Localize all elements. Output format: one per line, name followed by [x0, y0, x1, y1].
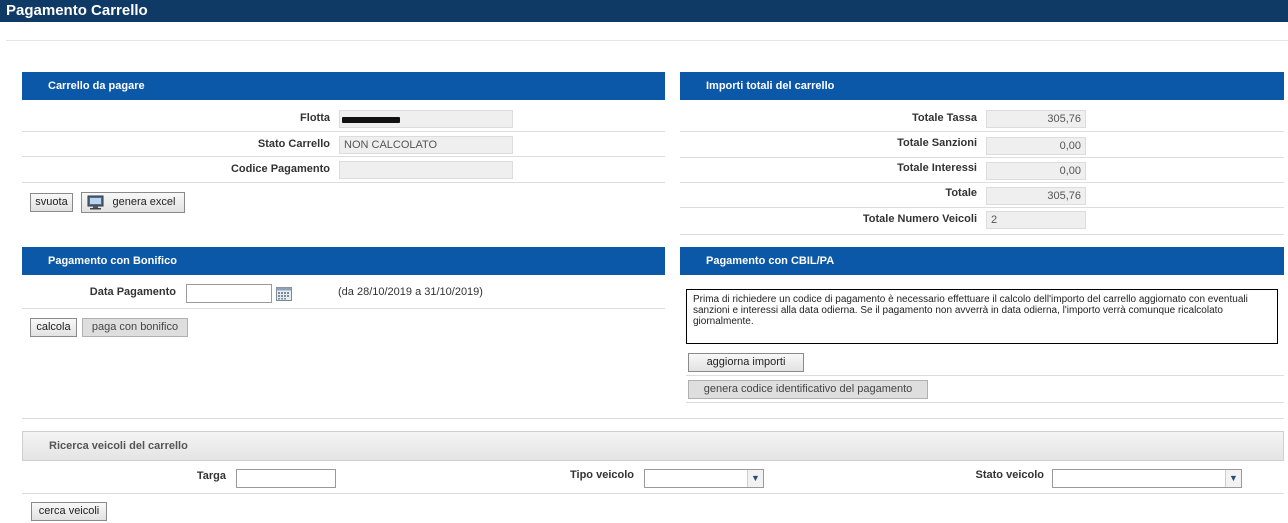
row-divider [680, 131, 1284, 132]
stato-veicolo-label: Stato veicolo [975, 469, 1044, 481]
totale-numero-veicoli-label: Totale Numero Veicoli [862, 213, 977, 225]
genera-excel-button[interactable]: genera excel [81, 192, 185, 213]
totale-tassa-label: Totale Tassa [911, 112, 977, 124]
cbill-notice: Prima di richiedere un codice di pagamen… [686, 289, 1278, 344]
bonifico-header: Pagamento con Bonifico [22, 247, 665, 275]
totale-sanzioni-label: Totale Sanzioni [897, 137, 977, 149]
calendar-icon[interactable] [276, 285, 292, 301]
row-divider [22, 156, 665, 157]
data-pagamento-input[interactable] [186, 284, 272, 303]
row-divider [22, 493, 1284, 494]
flotta-label: Flotta [300, 112, 330, 124]
row-divider [680, 234, 1284, 235]
svuota-button[interactable]: svuota [30, 193, 73, 212]
cbill-header: Pagamento con CBIL/PA [680, 247, 1284, 275]
totale-tassa-value: 305,76 [986, 110, 1086, 128]
codice-pagamento-field [339, 161, 513, 179]
genera-codice-button[interactable]: genera codice identificativo del pagamen… [688, 380, 928, 399]
row-divider [686, 402, 1284, 403]
frame-divider [6, 40, 1288, 41]
row-divider [680, 182, 1284, 183]
genera-excel-label: genera excel [112, 196, 176, 208]
page-title: Pagamento Carrello [0, 0, 1288, 22]
targa-input[interactable] [236, 469, 336, 488]
chevron-down-icon[interactable]: ▼ [1225, 470, 1241, 487]
totale-interessi-label: Totale Interessi [897, 162, 977, 174]
data-pagamento-label: Data Pagamento [89, 286, 176, 298]
row-divider [680, 207, 1284, 208]
totale-label: Totale [945, 187, 977, 199]
targa-label: Targa [196, 470, 226, 482]
totale-interessi-value: 0,00 [986, 162, 1086, 180]
row-divider [22, 182, 665, 183]
calcola-button[interactable]: calcola [30, 318, 77, 337]
paga-con-bonifico-button[interactable]: paga con bonifico [82, 318, 188, 337]
row-divider [680, 157, 1284, 158]
codice-pagamento-label: Codice Pagamento [230, 163, 330, 175]
row-divider [22, 308, 665, 309]
tipo-veicolo-select[interactable]: ▼ [644, 469, 764, 488]
redacted-mark [342, 117, 400, 123]
ricerca-header: Ricerca veicoli del carrello [22, 431, 1284, 461]
section-divider [22, 418, 1284, 419]
aggiorna-importi-button[interactable]: aggiorna importi [688, 353, 804, 372]
flotta-field [339, 110, 513, 128]
carrello-header: Carrello da pagare [22, 72, 665, 100]
stato-carrello-field: NON CALCOLATO [339, 136, 513, 154]
cerca-veicoli-button[interactable]: cerca veicoli [31, 502, 107, 521]
chevron-down-icon[interactable]: ▼ [747, 470, 763, 487]
row-divider [22, 131, 665, 132]
date-range-text: (da 28/10/2019 a 31/10/2019) [338, 286, 483, 298]
stato-carrello-label: Stato Carrello [257, 138, 330, 150]
row-divider [686, 375, 1284, 376]
monitor-icon [87, 195, 104, 210]
totale-numero-veicoli-value: 2 [986, 211, 1086, 229]
totale-value: 305,76 [986, 187, 1086, 205]
tipo-veicolo-label: Tipo veicolo [570, 469, 634, 481]
totale-sanzioni-value: 0,00 [986, 137, 1086, 155]
importi-header: Importi totali del carrello [680, 72, 1284, 100]
stato-veicolo-select[interactable]: ▼ [1052, 469, 1242, 488]
